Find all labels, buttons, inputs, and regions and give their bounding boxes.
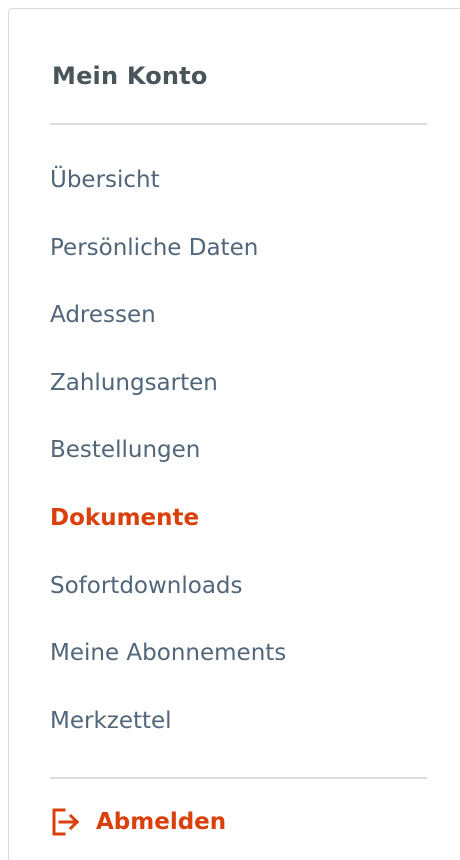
account-nav-list: Übersicht Persönliche Daten Adressen Zah… xyxy=(50,147,286,755)
nav-item-adressen[interactable]: Adressen xyxy=(50,282,286,350)
nav-item-zahlungsarten[interactable]: Zahlungsarten xyxy=(50,350,286,418)
divider-bottom xyxy=(50,777,427,779)
nav-item-bestellungen[interactable]: Bestellungen xyxy=(50,417,286,485)
nav-item-merkzettel[interactable]: Merkzettel xyxy=(50,688,286,756)
logout-label: Abmelden xyxy=(96,809,227,835)
logout-button[interactable]: Abmelden xyxy=(50,802,226,842)
logout-icon xyxy=(50,807,82,837)
divider-top xyxy=(50,123,427,125)
nav-item-persoenliche-daten[interactable]: Persönliche Daten xyxy=(50,215,286,283)
nav-item-uebersicht[interactable]: Übersicht xyxy=(50,147,286,215)
nav-item-sofortdownloads[interactable]: Sofortdownloads xyxy=(50,553,286,621)
nav-item-meine-abonnements[interactable]: Meine Abonnements xyxy=(50,620,286,688)
nav-item-dokumente[interactable]: Dokumente xyxy=(50,485,286,553)
account-title: Mein Konto xyxy=(52,62,208,90)
